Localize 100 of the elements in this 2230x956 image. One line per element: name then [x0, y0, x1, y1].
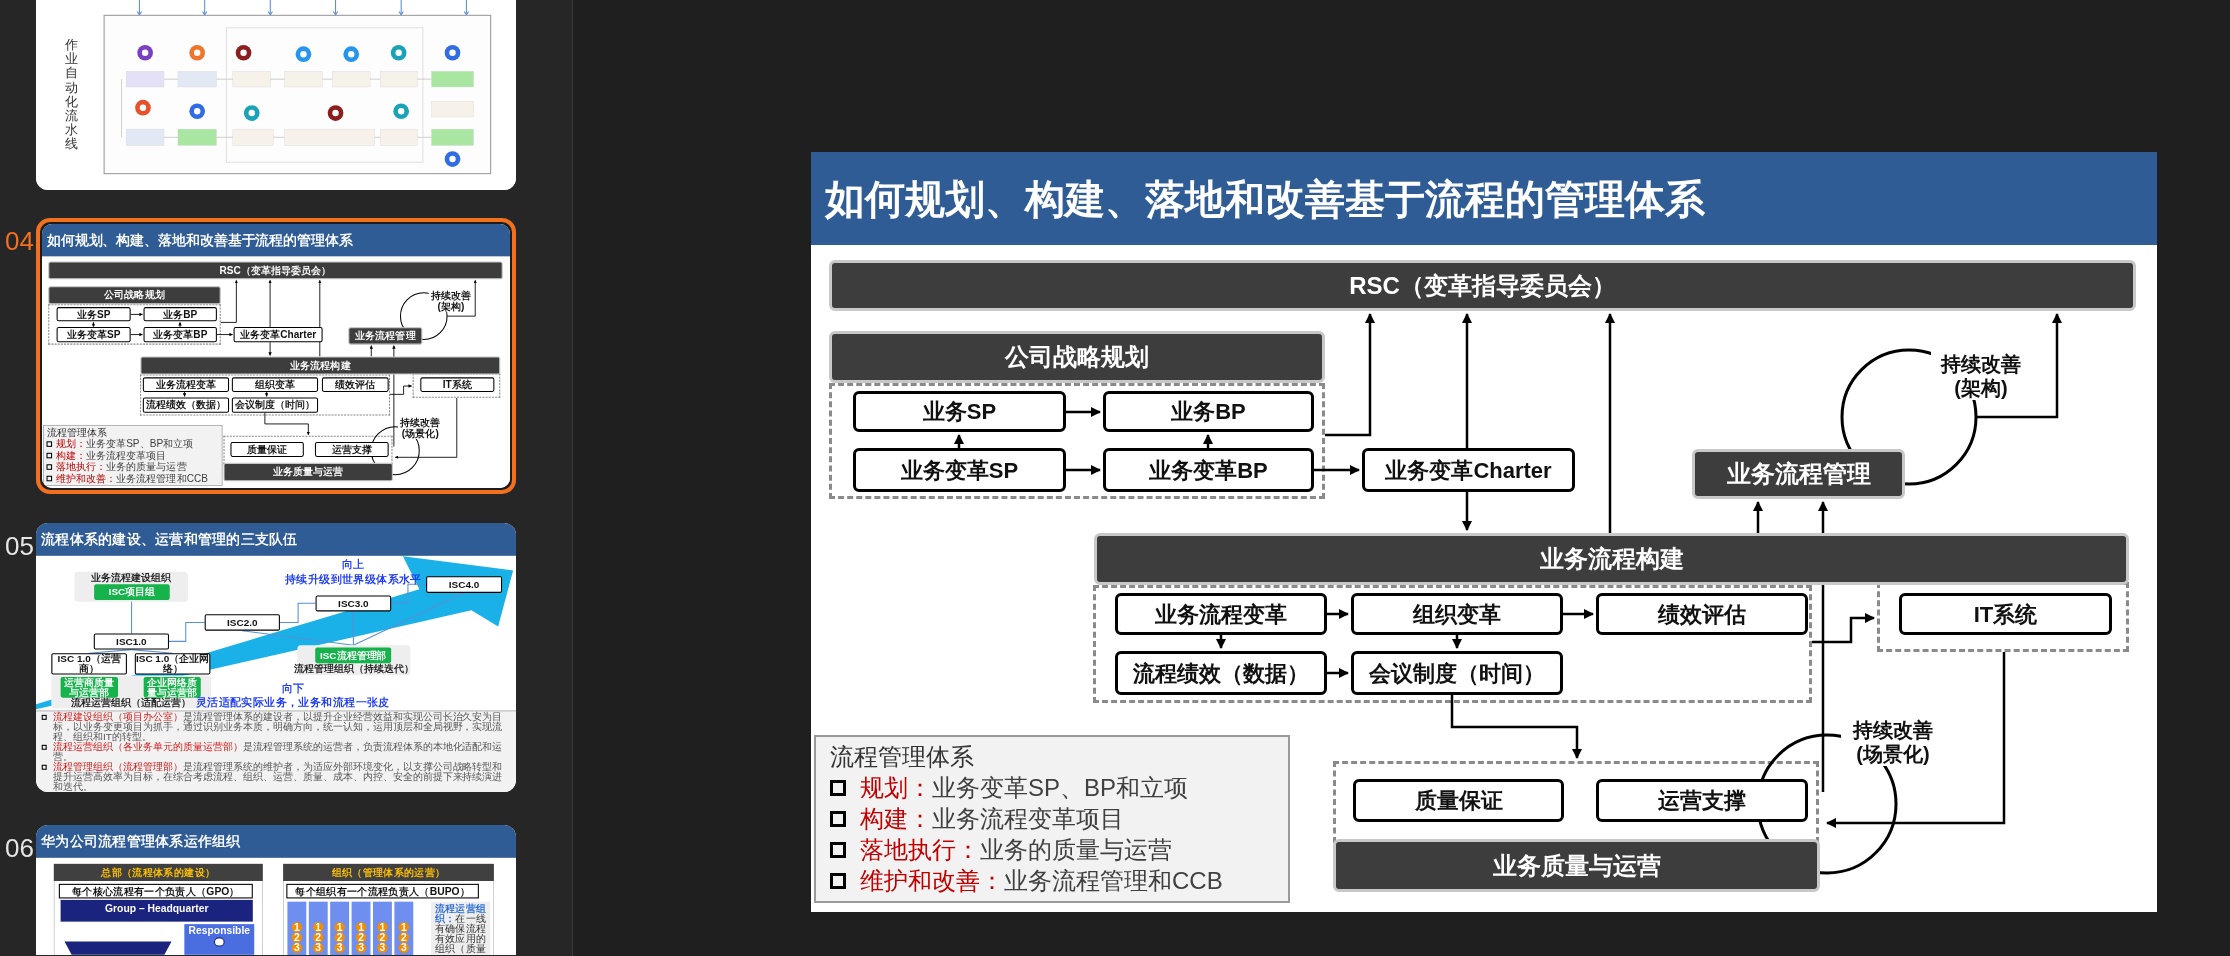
step-number: 3	[377, 942, 388, 953]
process-node: IT系统	[420, 377, 495, 392]
slide-title: 如何规划、构建、落地和改善基于流程的管理体系	[46, 231, 353, 250]
slide-thumbnail[interactable]: 华为公司流程管理体系运作组织 总部（流程体系的建设） 每个核心流程有一个负责人（GPO） Group – Headquarter Responsible 组织（管理体系的运营） 每个组织有一个流程负责人（BUPO） 1 2 3 1 2 3 1 2 3 1 2 3 1 2 3 1 2 3 流程运营组织：在一线有确保流程有效应用的组织（质量	[36, 825, 516, 955]
legend-item: 维护和改善：业务流程管理和CCB	[55, 472, 208, 485]
cycle-label: 持续改善(场景化)	[398, 417, 443, 439]
process-node: 业务变革SP	[56, 326, 131, 343]
legend-item: 落地执行：业务的质量与运营	[55, 461, 187, 473]
bullet-icon	[830, 872, 846, 889]
step-number: 3	[313, 942, 324, 953]
panel-header: 总部（流程体系的建设）	[53, 863, 263, 881]
legend-item: 落地执行：业务的质量与运营	[860, 835, 1172, 865]
bullet-icon	[830, 841, 846, 858]
slide-thumbnail[interactable]: 作业自动化流水线	[36, 0, 516, 190]
connector-arrow	[1066, 407, 1101, 417]
unit-tag: ISC流程管理部	[315, 647, 392, 664]
cycle-label: 持续改善(架构)	[428, 290, 474, 312]
connector-arrow	[91, 321, 96, 328]
note-text: 流程建设组织（项目办公室）是流程管理体系的建设者，以提升企业经营效益和实现公司长治久安为目标，以业务变更项目为抓手，通过识别业务本质，明确方向，统一认知，运用顶层和全局视野，实现流程、组织和IT的转型。	[53, 712, 504, 742]
group-label: 流程运营组织（适配运营）	[71, 697, 192, 709]
section-bar: RSC（变革指导委员会）	[48, 261, 503, 280]
step-number: 2	[398, 932, 409, 943]
step-number: 2	[377, 932, 388, 943]
slide-number: 04	[4, 226, 34, 256]
section-bar: RSC（变革指导委员会）	[829, 260, 2136, 311]
legend-heading: 流程管理体系	[830, 742, 975, 772]
connector-arrow	[954, 434, 964, 448]
step-number: 1	[334, 922, 345, 933]
slide-thumbnail[interactable]	[36, 523, 516, 792]
connector-arrow	[1462, 492, 1472, 531]
unit-tag: 企业网络质量与运营部	[143, 677, 201, 698]
process-node: 业务变革Charter	[233, 326, 323, 343]
slogan-heading: 向上	[340, 557, 365, 571]
unit-tag: ISC项目组	[94, 584, 170, 601]
step-number: 1	[398, 922, 409, 933]
connector-arrow	[1203, 434, 1213, 448]
process-node: 会议制度（时间）	[231, 397, 319, 413]
step-number: 2	[334, 932, 345, 943]
note-text: 流程运营组织：在一线有确保流程有效应用的组织（质量	[434, 903, 487, 954]
slide-number: 06	[4, 833, 34, 863]
step-number: 2	[355, 932, 367, 943]
process-node: 业务流程变革	[1115, 593, 1327, 635]
note-text: 流程管理组织（流程管理部）是流程管理系统的维护者，为适应外部环境变化，以支撑公司战略转型和提升运营高效率为目标，在综合考虑流程、组织、运营、质量、成本、内控、安全的前提下来持续演进和迭代。	[53, 761, 504, 792]
vertical-label: 作业自动化流水线	[65, 37, 79, 151]
stage-node: ISC 1.0（企业网络）	[134, 653, 211, 675]
slide-thumbnail[interactable]	[36, 218, 516, 494]
step-number: 1	[313, 922, 324, 933]
process-node: 流程绩效（数据）	[1115, 651, 1327, 695]
owner-banner: 每个核心流程有一个负责人（GPO）	[58, 883, 253, 899]
process-node: 质量保证	[230, 442, 304, 457]
process-node: 业务变革SP	[853, 448, 1066, 492]
process-node: 绩效评估	[1596, 593, 1808, 635]
unit-tag: 运营商质量与运营部	[60, 677, 118, 698]
process-node: 质量保证	[1353, 779, 1564, 822]
owner-banner: 每个组织有一个流程负责人（BUPO）	[286, 883, 479, 899]
group-label: 业务流程建设组织	[91, 572, 172, 584]
step-number: 1	[291, 922, 302, 933]
connector-arrow	[264, 391, 269, 397]
connector-arrow	[1327, 609, 1349, 619]
note-text: 流程运营组织（各业务单元的质量运营部）是流程管理系统的运营者，负责流程体系的本地化适配和运营。	[53, 741, 504, 762]
legend-item: 构建：业务流程变革项目	[860, 804, 1124, 834]
step-number: 2	[313, 932, 324, 943]
legend-item: 规划：业务变革SP、BP和立项	[860, 773, 1189, 803]
process-node: 运营支撑	[1596, 779, 1808, 822]
section-bar: 公司战略规划	[829, 331, 1325, 383]
role-label: Responsible	[188, 924, 251, 937]
section-bar: 业务流程管理	[348, 327, 423, 345]
process-node: 业务变革BP	[143, 326, 217, 343]
process-node: 业务流程变革	[142, 377, 230, 392]
process-node: 流程绩效（数据）	[142, 397, 230, 413]
process-node: 组织变革	[1351, 593, 1563, 635]
section-bar: 业务质量与运营	[1333, 839, 1820, 892]
section-bar: 公司战略规划	[48, 286, 221, 305]
legend-heading: 流程管理体系	[46, 426, 107, 439]
headquarter-banner: Group – Headquarter	[60, 899, 253, 922]
step-number: 3	[355, 942, 367, 953]
process-node: 会议制度（时间）	[1351, 651, 1563, 695]
process-node: 业务变革BP	[1103, 448, 1314, 492]
connector-arrow	[1563, 609, 1594, 619]
legend-item: 维护和改善：业务流程管理和CCB	[860, 866, 1223, 896]
process-node: 业务SP	[853, 391, 1066, 432]
section-bar: 业务流程构建	[140, 356, 501, 375]
legend-item: 规划：业务变革SP、BP和立项	[55, 438, 194, 450]
connector-arrow	[1066, 465, 1101, 475]
process-node: 组织变革	[231, 377, 319, 392]
connector-arrow	[1314, 465, 1360, 475]
process-node: 业务变革Charter	[1362, 448, 1575, 492]
step-number: 1	[355, 922, 367, 933]
bullet-icon	[830, 779, 846, 796]
connector-arrow	[1216, 635, 1226, 649]
process-node: IT系统	[1899, 593, 2112, 635]
slide-title: 如何规划、构建、落地和改善基于流程的管理体系	[825, 175, 1705, 223]
step-number: 3	[334, 942, 345, 953]
connector-arrow	[182, 391, 187, 397]
bullet-icon	[830, 810, 846, 827]
slogan-text: 灵活适配实际业务，业务和流程一张皮	[195, 695, 391, 710]
process-node: 业务BP	[1103, 391, 1314, 432]
connector-arrow	[1327, 668, 1349, 678]
stage-node: ISC4.0	[426, 576, 503, 593]
section-bar: 业务流程管理	[1692, 449, 1905, 499]
